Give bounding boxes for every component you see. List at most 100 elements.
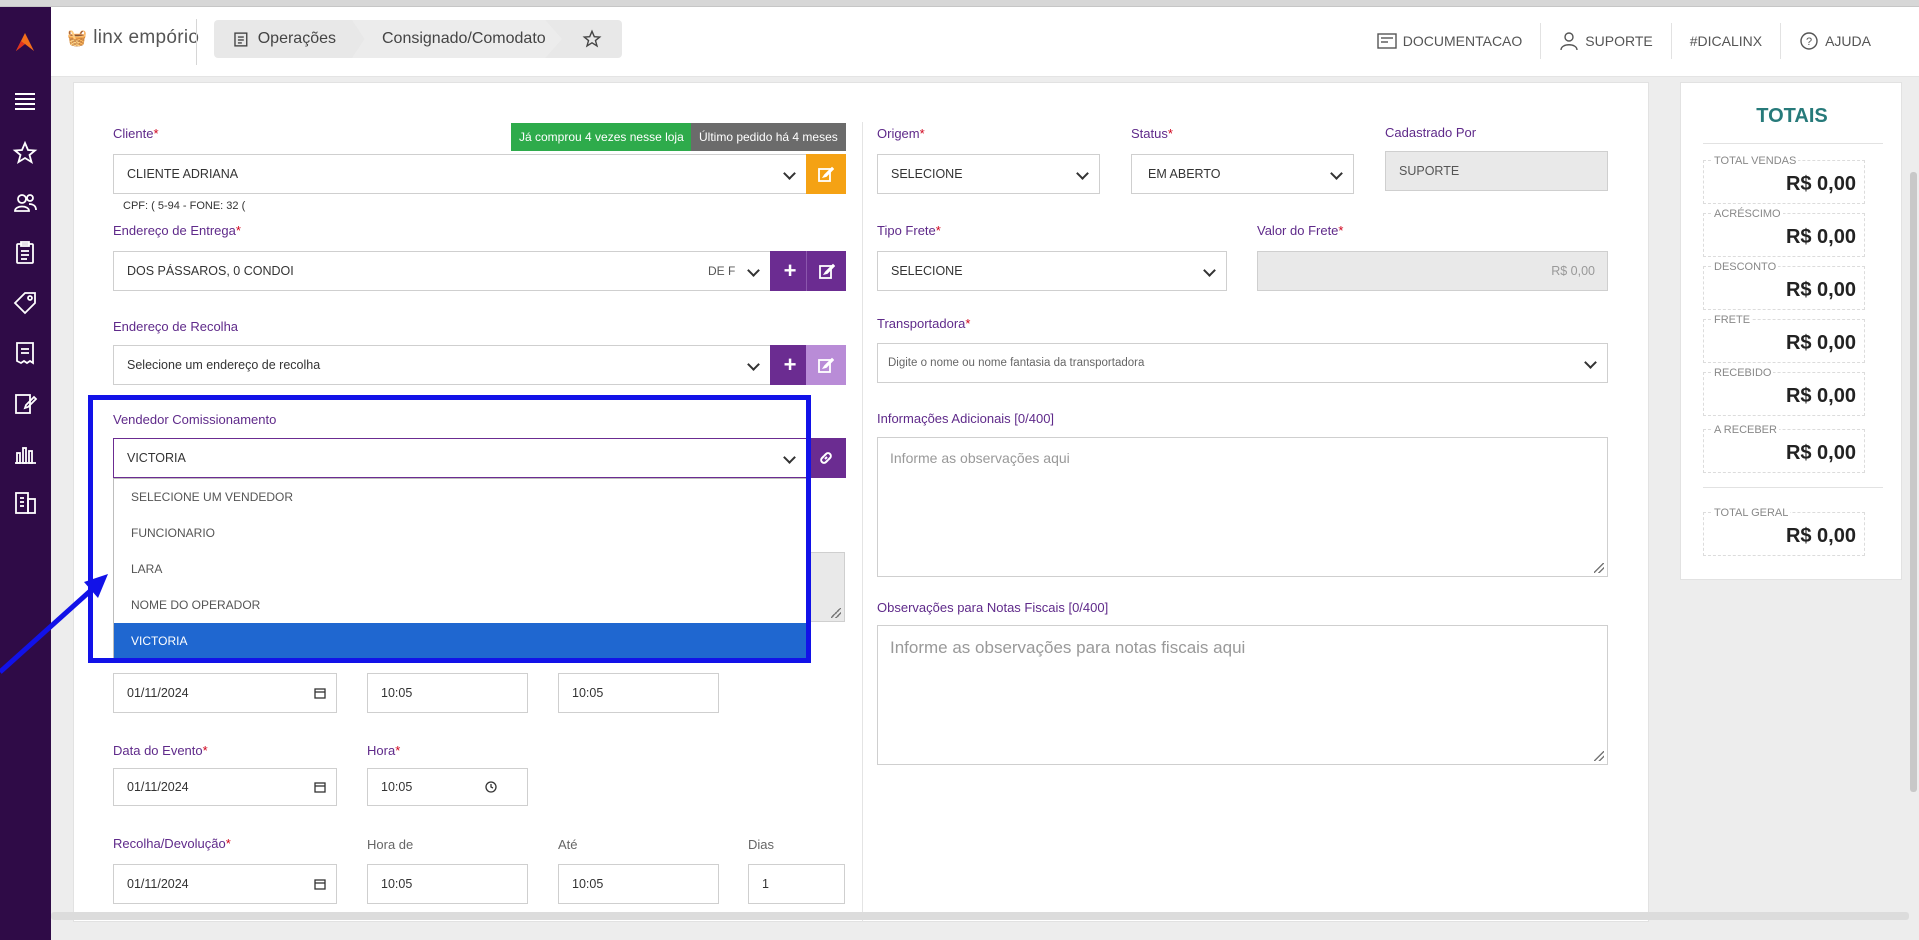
link-vendedor-button[interactable] [806, 438, 846, 478]
origem-select[interactable]: SELECIONE [877, 154, 1100, 194]
orders-clipboard-icon[interactable] [10, 238, 40, 268]
total-box: DESCONTO R$ 0,00 [1703, 261, 1865, 310]
info-adicionais-textarea[interactable]: Informe as observações aqui [877, 437, 1608, 577]
last-order-badge: Último pedido há 4 meses [691, 123, 846, 151]
total-value: R$ 0,00 [1785, 442, 1856, 464]
company-building-icon[interactable] [10, 488, 40, 518]
total-label: ACRÉSCIMO [1712, 208, 1783, 220]
obs-notas-textarea[interactable]: Informe as observações para notas fiscai… [877, 625, 1608, 765]
hora-fim-value: 10:05 [572, 686, 604, 700]
tag-icon[interactable] [10, 288, 40, 318]
chevron-down-icon [1584, 356, 1597, 369]
reports-chart-icon[interactable] [10, 438, 40, 468]
total-label: DESCONTO [1712, 261, 1779, 273]
hora-de-field[interactable]: 10:05 [367, 864, 528, 904]
edit-endereco-recolha-button[interactable] [806, 345, 846, 385]
app-logo[interactable]: 🧺 linx empório [67, 27, 199, 49]
hora-field[interactable]: 10:05 [367, 768, 528, 806]
total-label: RECEBIDO [1712, 367, 1774, 379]
basket-icon: 🧺 [67, 30, 88, 47]
valor-frete-label: Valor do Frete* [1257, 223, 1344, 238]
ate-field[interactable]: 10:05 [558, 864, 719, 904]
plus-icon: + [783, 352, 797, 377]
breadcrumb-label: Operações [257, 30, 336, 47]
cliente-cpf-info: CPF: ( 5-94 - FONE: 32 ( [113, 196, 353, 218]
suporte-link[interactable]: SUPORTE [1540, 23, 1670, 59]
dicalinx-link[interactable]: #DICALINX [1670, 23, 1780, 59]
data-value: 01/11/2024 [127, 686, 189, 700]
add-endereco-recolha-button[interactable]: + [770, 345, 810, 385]
horizontal-scrollbar[interactable] [51, 912, 1909, 920]
breadcrumb: Operações Consignado/Comodato [214, 20, 622, 58]
cadastrado-field: SUPORTE [1385, 151, 1608, 191]
documentacao-link[interactable]: DOCUMENTACAO [1359, 23, 1541, 59]
transportadora-label: Transportadora* [877, 316, 971, 331]
plus-icon: + [783, 258, 797, 283]
top-bar: 🧺 linx empório Operações Consignado/Como… [51, 7, 1919, 77]
obs-notas-placeholder: Informe as observações para notas fiscai… [890, 638, 1246, 657]
hora-fim-field[interactable]: 10:05 [558, 673, 719, 713]
endereco-recolha-select[interactable]: Selecione um endereço de recolha [113, 345, 771, 385]
observacoes-textarea[interactable] [807, 552, 845, 622]
tipo-frete-select[interactable]: SELECIONE [877, 251, 1227, 291]
customers-icon[interactable] [10, 188, 40, 218]
documentacao-label: DOCUMENTACAO [1402, 33, 1523, 49]
ate-value: 10:05 [572, 877, 604, 891]
dias-field[interactable]: 1 [748, 864, 845, 904]
cadastrado-value: SUPORTE [1399, 164, 1460, 178]
edit-cliente-button[interactable] [806, 154, 846, 194]
total-box: FRETE R$ 0,00 [1703, 314, 1865, 363]
receipt-icon[interactable] [10, 338, 40, 368]
suporte-label: SUPORTE [1585, 33, 1653, 49]
total-label: A RECEBER [1712, 424, 1779, 436]
edit-endereco-entrega-button[interactable] [806, 251, 846, 291]
transportadora-select[interactable]: Digite o nome ou nome fantasia da transp… [877, 343, 1608, 383]
column-divider [862, 122, 863, 922]
recolha-field[interactable]: 01/11/2024 [113, 864, 337, 904]
total-box: ACRÉSCIMO R$ 0,00 [1703, 208, 1865, 257]
hora-de-value: 10:05 [381, 877, 413, 891]
valor-frete-field: R$ 0,00 [1257, 251, 1608, 291]
data-field[interactable]: 01/11/2024 [113, 673, 337, 713]
resize-grip-icon [1594, 563, 1604, 573]
breadcrumb-operacoes[interactable]: Operações [214, 20, 352, 58]
clock-icon [485, 781, 497, 793]
info-adicionais-placeholder: Informe as observações aqui [890, 450, 1070, 466]
cliente-value: CLIENTE ADRIANA [127, 167, 239, 181]
breadcrumb-consignado[interactable]: Consignado/Comodato [352, 20, 562, 58]
data-evento-label: Data do Evento* [113, 743, 208, 758]
dias-value: 1 [762, 877, 769, 891]
ajuda-link[interactable]: ? AJUDA [1780, 23, 1889, 59]
link-icon [820, 452, 832, 464]
favorite-star-button[interactable] [562, 20, 622, 58]
status-select[interactable]: EM ABERTO [1131, 154, 1354, 194]
vertical-scrollbar[interactable] [1910, 172, 1917, 792]
hora-value: 10:05 [381, 780, 413, 794]
data-evento-field[interactable]: 01/11/2024 [113, 768, 337, 806]
total-label: FRETE [1712, 314, 1753, 326]
brand-logo-icon[interactable] [10, 27, 40, 57]
resize-grip-icon [831, 608, 841, 618]
edit-icon [818, 166, 834, 182]
clipboard-icon [234, 32, 248, 47]
edit-document-icon[interactable] [10, 388, 40, 418]
menu-list-icon[interactable] [10, 86, 40, 116]
annotation-arrow-icon [0, 574, 108, 674]
endereco-entrega-suffix: DE F [708, 264, 736, 278]
cliente-select[interactable]: CLIENTE ADRIANA [113, 154, 807, 194]
chevron-down-icon [747, 264, 760, 277]
chevron-down-icon [1330, 167, 1343, 180]
logo-divider [196, 19, 197, 65]
resize-grip-icon [1594, 751, 1604, 761]
user-icon [1560, 32, 1578, 51]
endereco-entrega-select[interactable]: DOS PÁSSAROS, 0 CONDOI DE F [113, 251, 771, 291]
calendar-icon [314, 782, 326, 793]
totais-divider [1703, 143, 1883, 144]
total-value: R$ 0,00 [1785, 279, 1856, 301]
hora-inicio-field[interactable]: 10:05 [367, 673, 528, 713]
hora-inicio-value: 10:05 [381, 686, 413, 700]
annotation-highlight-box [88, 395, 811, 663]
favorites-star-icon[interactable] [10, 138, 40, 168]
add-endereco-entrega-button[interactable]: + [770, 251, 810, 291]
totais-divider [1703, 487, 1883, 488]
